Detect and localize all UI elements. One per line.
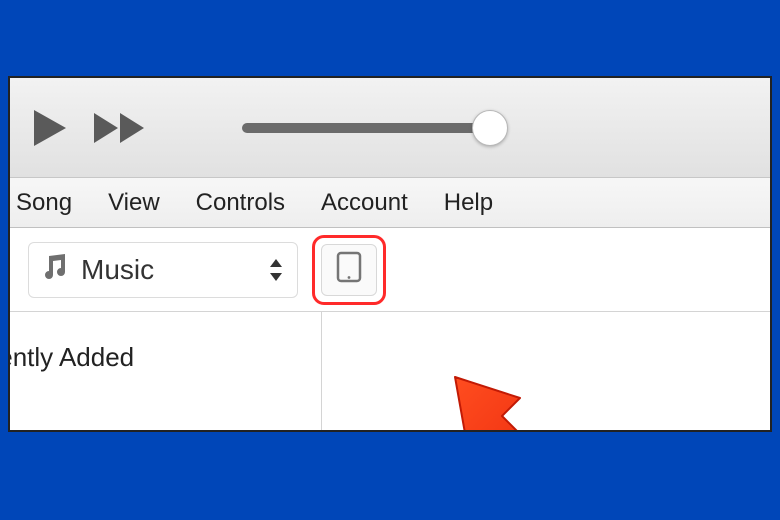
library-picker-label: Music [81, 254, 257, 286]
menu-account[interactable]: Account [321, 189, 408, 217]
music-icon [39, 252, 69, 287]
play-button[interactable] [32, 108, 68, 148]
menu-controls[interactable]: Controls [196, 189, 285, 217]
itunes-window: Song View Controls Account Help Music [8, 76, 772, 432]
library-picker[interactable]: Music [28, 242, 298, 298]
volume-track [242, 123, 492, 133]
sidebar-item-recently-added[interactable]: Recently Added [10, 336, 321, 379]
volume-slider[interactable] [242, 108, 532, 148]
volume-thumb[interactable] [472, 110, 508, 146]
ipad-icon [336, 251, 362, 288]
menu-bar: Song View Controls Account Help [10, 178, 770, 228]
content-area: Recently Added [10, 312, 770, 430]
device-button[interactable] [321, 244, 377, 296]
menu-song[interactable]: Song [16, 189, 72, 217]
sidebar: Recently Added [10, 312, 322, 430]
library-toolbar: Music [10, 228, 770, 312]
menu-view[interactable]: View [108, 189, 160, 217]
playback-controls-bar [10, 78, 770, 178]
highlight-annotation [312, 235, 386, 305]
menu-help[interactable]: Help [444, 189, 493, 217]
updown-stepper-icon [269, 258, 283, 282]
fast-forward-button[interactable] [92, 111, 148, 145]
